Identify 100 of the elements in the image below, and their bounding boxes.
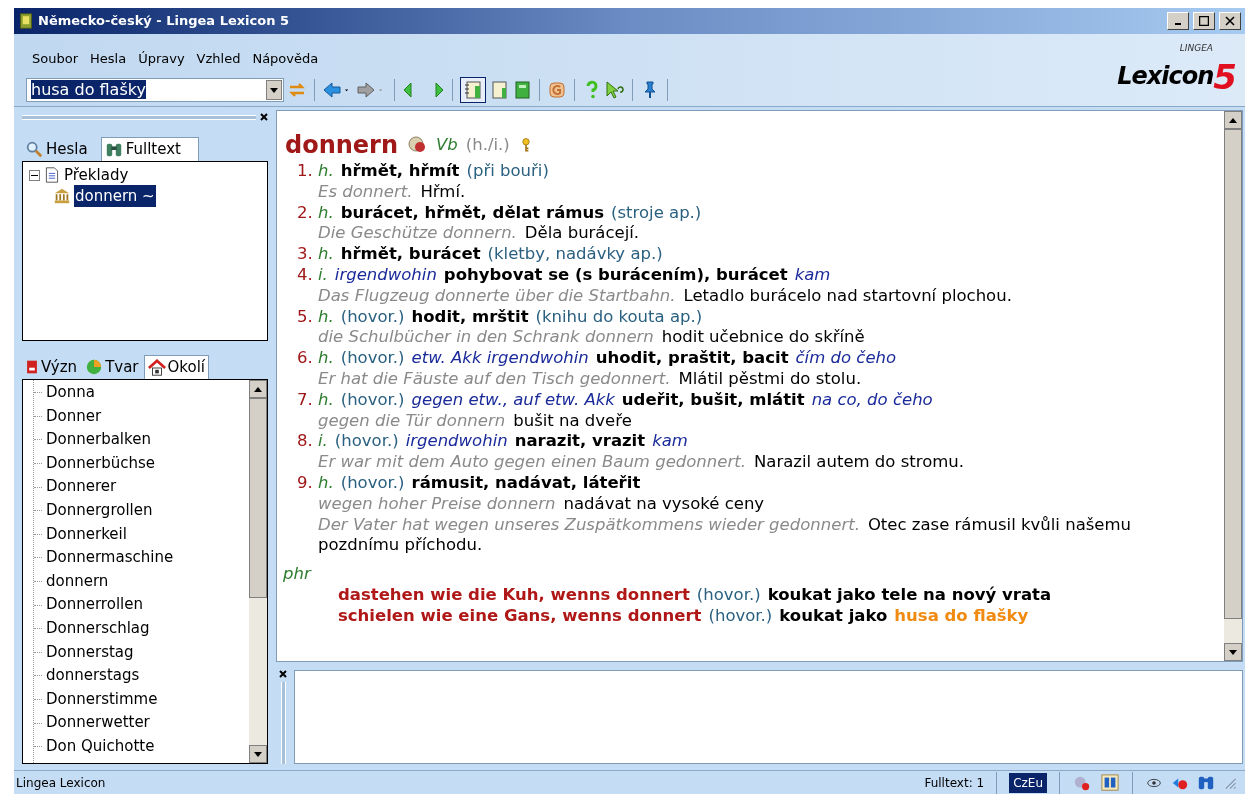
translation: pohybovat se (s burácením), burácet xyxy=(443,265,788,286)
cursor-help-icon[interactable] xyxy=(605,80,625,100)
close-icon[interactable] xyxy=(279,670,287,678)
tree-item[interactable]: Překlady xyxy=(64,163,129,187)
document-icon xyxy=(44,166,60,184)
part-of-speech: Vb xyxy=(436,134,458,156)
example: die Schulbücher in den Schrank donnern hodit učebnice do skříně xyxy=(318,327,865,349)
usage-note: (hovor.) xyxy=(334,431,399,453)
usage-note: (kletby, nadávky ap.) xyxy=(487,244,663,265)
list-item[interactable]: Donnergrollen xyxy=(46,498,153,523)
scrollbar[interactable] xyxy=(249,380,267,763)
menu-item[interactable]: Úpravy xyxy=(138,49,185,69)
collocation: etw. Akk irgendwohin xyxy=(411,348,589,369)
dropdown-button[interactable] xyxy=(266,80,282,100)
list-item[interactable]: Donnerrollen xyxy=(46,593,143,617)
list-item[interactable]: Donnerstag xyxy=(46,640,134,665)
maximize-icon xyxy=(1199,16,1209,26)
translation: hodit, mrštit xyxy=(411,306,529,328)
grammar-label: i. xyxy=(318,265,328,286)
status-text: Lingea Lexicon xyxy=(15,774,107,792)
notebook-icon xyxy=(463,80,483,100)
tree-item[interactable]: donnern ~ xyxy=(74,184,156,208)
fulltext-count: Fulltext: 1 xyxy=(924,774,985,792)
notes-pane[interactable] xyxy=(294,670,1243,764)
binoculars-icon[interactable] xyxy=(1100,773,1120,792)
list-item[interactable]: Donnermaschine xyxy=(46,546,174,570)
maximize-button[interactable] xyxy=(1193,12,1215,30)
collocation: na co, do čeho xyxy=(811,389,933,411)
grammar-label: h. xyxy=(318,306,334,328)
search-value: husa do flašky xyxy=(31,80,146,99)
back-arrow-icon[interactable] xyxy=(322,80,342,100)
scroll-up-icon[interactable] xyxy=(1229,117,1237,123)
translation: uhodit, praštit, bacit xyxy=(595,348,789,369)
menu-item[interactable]: Soubor xyxy=(32,49,78,69)
list-item[interactable]: Donnerwetter xyxy=(46,711,150,735)
headword: donnern xyxy=(285,131,399,159)
house-icon xyxy=(147,358,166,377)
translation: burácet, hřmět, dělat rámus xyxy=(340,202,605,224)
list-item[interactable]: Donnerschlag xyxy=(46,616,150,641)
section-label: phr xyxy=(283,564,311,585)
close-button[interactable] xyxy=(1219,12,1241,30)
example: Es donnert. Hřmí. xyxy=(318,181,467,203)
keyboard-indicator[interactable]: CzEu xyxy=(1009,772,1047,793)
list-item[interactable]: Donna xyxy=(46,381,95,405)
grammar-label: h. xyxy=(318,244,334,265)
panel-tab[interactable]: Okolí xyxy=(143,355,209,379)
magnifier-icon xyxy=(25,140,43,158)
usage-note: (při bouři) xyxy=(466,161,549,182)
collocation: gegen etw., auf etw. Akk xyxy=(411,389,615,411)
forward-arrow-icon[interactable] xyxy=(356,80,376,100)
menu-item[interactable]: Hesla xyxy=(90,49,127,69)
close-icon xyxy=(1225,16,1235,26)
panel-tab[interactable]: Tvar xyxy=(82,355,142,379)
menu-item[interactable]: Nápověda xyxy=(252,49,319,69)
usage-note: (knihu do kouta ap.) xyxy=(535,306,703,328)
usage-note: (hovor.) xyxy=(708,605,773,627)
scroll-up-icon[interactable] xyxy=(254,386,262,392)
sense-number: 6. xyxy=(296,348,314,370)
pressed-toolbar-button[interactable] xyxy=(460,77,486,103)
close-icon[interactable] xyxy=(260,113,268,121)
grammar-icon[interactable] xyxy=(547,80,567,100)
collocation: kam xyxy=(652,431,688,453)
list-item[interactable]: Donnerkeil xyxy=(46,522,127,547)
usage-note: (hovor.) xyxy=(340,348,405,369)
pie-chart-icon xyxy=(85,358,104,376)
collapse-toggle[interactable] xyxy=(29,169,40,181)
panel-tab[interactable]: Fulltext xyxy=(100,137,199,161)
panel-tab[interactable]: Význ xyxy=(22,355,81,379)
notebook-icon[interactable] xyxy=(512,80,532,100)
notebook-icon[interactable] xyxy=(489,80,509,100)
panel-grip[interactable] xyxy=(22,114,256,120)
panel-grip[interactable] xyxy=(280,682,286,764)
translation: koukat jako tele na nový vrata xyxy=(767,584,1052,606)
grammar-label: h. xyxy=(318,202,334,224)
list-item[interactable]: Don Quichotte xyxy=(46,734,155,759)
list-item[interactable]: Donnerstimme xyxy=(46,687,158,712)
list-item[interactable]: Donnerbüchse xyxy=(46,451,155,476)
list-item[interactable]: Donnerbalken xyxy=(46,428,151,452)
translation: narazit, vrazit xyxy=(514,431,646,453)
minimize-button[interactable] xyxy=(1167,12,1189,30)
list-item[interactable]: donnerstags xyxy=(46,664,140,688)
scroll-down-icon[interactable] xyxy=(1229,649,1237,655)
list-item[interactable]: donnern xyxy=(46,569,109,594)
grammar-label: i. xyxy=(318,431,328,453)
logo: Lexicon5 LINGEA xyxy=(1117,44,1238,99)
example: Er hat die Fäuste auf den Tisch gedonnert. Mlátil pěstmi do stolu. xyxy=(318,368,863,390)
list-item[interactable]: Donner xyxy=(46,404,102,429)
grammar-label: h. xyxy=(318,389,334,411)
scrollbar[interactable] xyxy=(1224,111,1242,661)
sense-number: 8. xyxy=(296,431,314,453)
panel-tab[interactable]: Hesla xyxy=(22,137,91,161)
list-item[interactable]: Donnerer xyxy=(46,475,117,499)
example: wegen hoher Preise donnern nadávat na vysoké ceny xyxy=(318,493,766,515)
sense-number: 1. xyxy=(296,161,314,182)
menu-item[interactable]: Vzhled xyxy=(196,49,241,69)
search-field[interactable]: husa do flašky xyxy=(26,78,284,102)
example: Das Flugzeug donnerte über die Startbahn. Letadlo burácelo nad startovní plochou. xyxy=(318,285,1012,307)
scroll-down-icon[interactable] xyxy=(254,751,262,757)
card-icon xyxy=(25,358,39,376)
building-icon xyxy=(53,187,71,205)
